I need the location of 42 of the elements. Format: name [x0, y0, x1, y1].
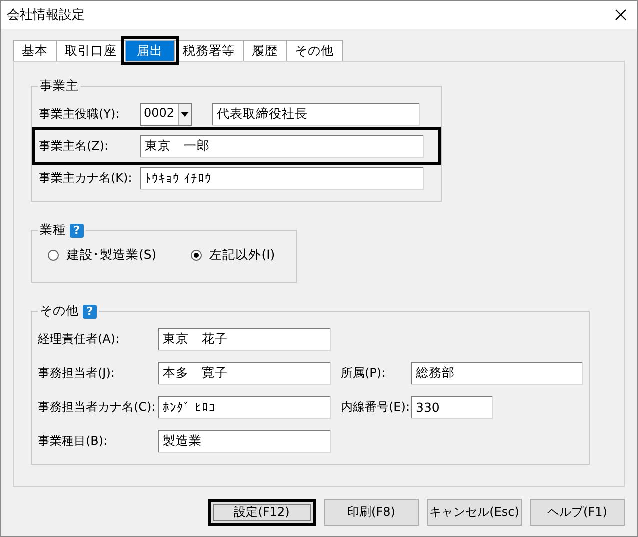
- option-label: 左記以外(I): [210, 247, 276, 264]
- input-field[interactable]: ﾎﾝﾀﾞ ﾋﾛｺ: [158, 396, 331, 418]
- field-label: 事業種目(B):: [38, 432, 109, 450]
- window-title: 会社情報設定: [7, 7, 85, 24]
- field-label: 事務担当者カナ名(C):: [38, 398, 157, 416]
- radio-option[interactable]: 左記以外(I): [190, 247, 276, 264]
- dialog-button[interactable]: 設定(F12): [208, 499, 316, 526]
- radio-button[interactable]: [48, 250, 59, 261]
- help-icon[interactable]: ?: [83, 304, 97, 318]
- tab[interactable]: 基本: [13, 40, 57, 61]
- close-icon[interactable]: [615, 9, 627, 21]
- group-title: 業種: [40, 222, 66, 239]
- radio-option[interactable]: 建設･製造業(S): [48, 247, 157, 264]
- input-field[interactable]: 東京 一郎: [140, 134, 424, 158]
- input-field[interactable]: 330: [411, 396, 493, 418]
- input-field[interactable]: 製造業: [158, 430, 331, 452]
- field-label: 事務担当者(J):: [38, 364, 116, 382]
- input-field[interactable]: 総務部: [411, 362, 583, 384]
- help-icon[interactable]: ?: [70, 224, 84, 238]
- group-title: 事業主: [40, 78, 79, 95]
- option-label: 建設･製造業(S): [67, 247, 157, 264]
- code-dropdown[interactable]: 0002: [140, 102, 192, 126]
- tab[interactable]: その他: [286, 40, 343, 61]
- caret-icon: [180, 112, 189, 116]
- field-label: 事業主カナ名(K):: [39, 170, 134, 186]
- field-label: 所属(P):: [341, 364, 387, 382]
- field-label: 事業主名(Z):: [39, 138, 110, 154]
- input-field[interactable]: 東京 花子: [158, 328, 331, 350]
- dialog-button[interactable]: ヘルプ(F1): [530, 499, 625, 526]
- field-label: 経理責任者(A):: [38, 330, 121, 348]
- dialog-button[interactable]: 印刷(F8): [324, 499, 419, 526]
- field-label: 内線番号(E):: [341, 398, 411, 416]
- input-field[interactable]: 本多 寛子: [158, 362, 331, 384]
- input-field[interactable]: ﾄｳｷｮｳ ｲﾁﾛｳ: [140, 166, 424, 190]
- tab[interactable]: 取引口座: [56, 40, 126, 61]
- tab[interactable]: 税務署等: [174, 40, 244, 61]
- input-field[interactable]: 代表取締役社長: [212, 102, 420, 126]
- radio-button[interactable]: [190, 250, 202, 261]
- group-title: その他: [40, 303, 79, 320]
- dialog-button[interactable]: キャンセル(Esc): [427, 499, 522, 526]
- field-label: 事業主役職(Y):: [39, 106, 121, 122]
- tab[interactable]: 履歴: [243, 40, 287, 61]
